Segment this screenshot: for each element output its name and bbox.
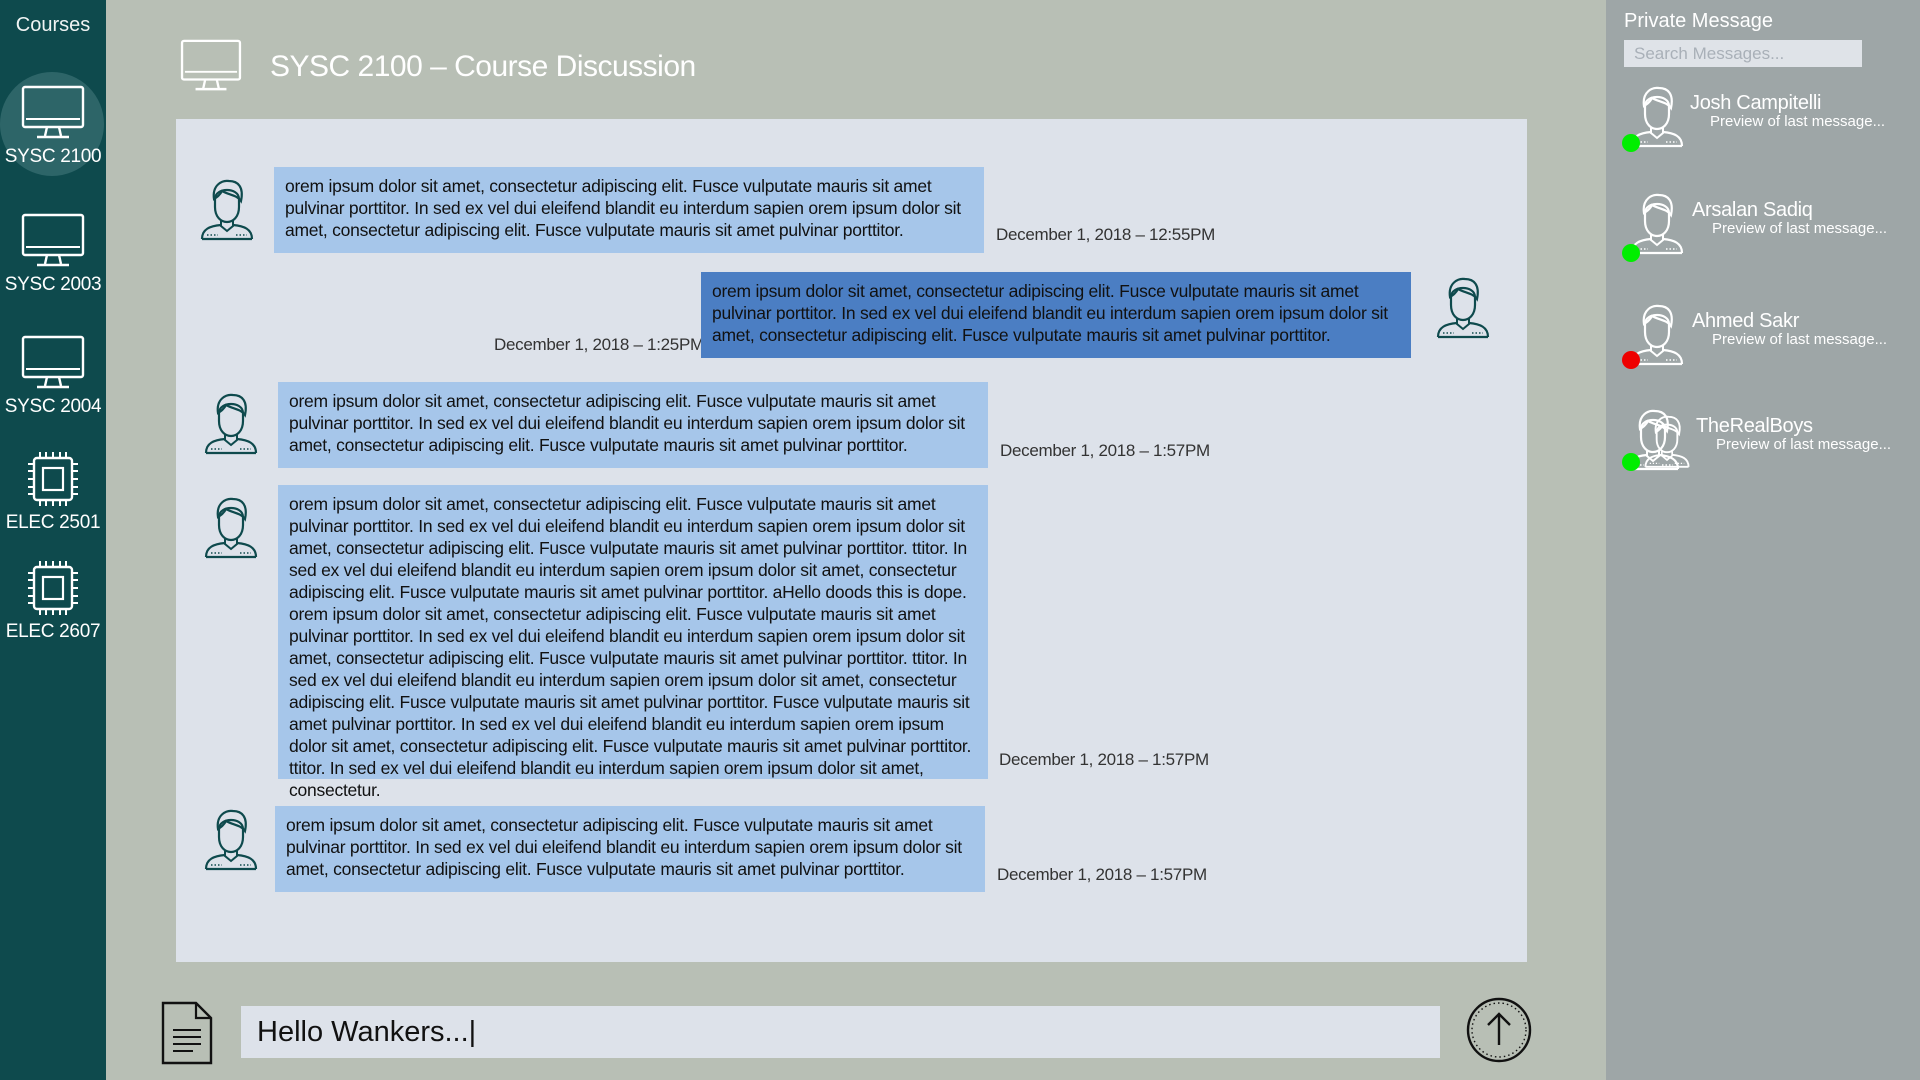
message-text: orem ipsum dolor sit amet, consectetur a… (278, 485, 988, 800)
user-icon (202, 807, 260, 871)
contact-item[interactable]: TheRealBoys Preview of last message... (1622, 405, 1912, 485)
contact-name: TheRealBoys (1696, 415, 1813, 437)
contact-preview: Preview of last message... (1712, 220, 1888, 237)
message-timestamp: December 1, 2018 – 1:57PM (997, 865, 1207, 884)
contact-item[interactable]: Ahmed Sakr Preview of last message... (1622, 300, 1912, 380)
course-label: ELEC 2501 (5, 512, 101, 533)
contact-preview: Preview of last message... (1712, 331, 1888, 348)
message-text: orem ipsum dolor sit amet, consectetur a… (274, 167, 984, 253)
course-label: ELEC 2607 (5, 621, 101, 642)
monitor-icon (178, 38, 244, 94)
user-icon (198, 177, 256, 241)
contact-name: Arsalan Sadiq (1692, 199, 1813, 221)
course-label: SYSC 2003 (4, 274, 102, 295)
search-messages-input[interactable] (1624, 40, 1862, 67)
chip-icon (20, 450, 86, 508)
send-button[interactable] (1466, 997, 1532, 1063)
course-item-sysc-2003[interactable]: SYSC 2003 (0, 202, 106, 306)
message-timestamp: December 1, 2018 – 1:25PM (494, 335, 704, 354)
user-icon (202, 495, 260, 559)
page-title: SYSC 2100 – Course Discussion (270, 50, 696, 83)
offline-status-dot (1622, 351, 1640, 369)
user-icon (202, 391, 260, 455)
online-status-dot (1622, 244, 1640, 262)
arrow-up-circle-icon (1466, 997, 1532, 1063)
contact-name: Josh Campitelli (1690, 92, 1822, 114)
chip-icon (20, 559, 86, 617)
message-text: orem ipsum dolor sit amet, consectetur a… (275, 806, 985, 892)
message-timestamp: December 1, 2018 – 1:57PM (999, 750, 1209, 769)
contact-preview: Preview of last message... (1716, 436, 1892, 453)
message-input[interactable] (241, 1006, 1440, 1058)
document-icon[interactable] (160, 1000, 214, 1066)
contact-name: Ahmed Sakr (1692, 310, 1800, 332)
course-item-elec-2501[interactable]: ELEC 2501 (0, 440, 106, 544)
user-icon (1434, 275, 1492, 339)
group-icon (1642, 411, 1692, 471)
message-text: orem ipsum dolor sit amet, consectetur a… (701, 272, 1411, 358)
contact-item[interactable]: Arsalan Sadiq Preview of last message... (1622, 189, 1912, 269)
monitor-icon (20, 334, 86, 392)
course-sidebar: Courses SYSC 2100 SYSC 2003 SYSC 2004 EL… (0, 0, 106, 1080)
message-timestamp: December 1, 2018 – 1:57PM (1000, 441, 1210, 460)
message-timestamp: December 1, 2018 – 12:55PM (996, 225, 1216, 244)
course-item-elec-2607[interactable]: ELEC 2607 (0, 549, 106, 653)
contact-item[interactable]: Josh Campitelli Preview of last message.… (1622, 82, 1912, 162)
private-message-panel: Private Message Josh Campitelli Preview … (1606, 0, 1920, 1080)
monitor-icon (20, 84, 86, 142)
chat-panel: orem ipsum dolor sit amet, consectetur a… (176, 119, 1527, 962)
online-status-dot (1622, 453, 1640, 471)
course-label: SYSC 2100 (4, 146, 102, 167)
courses-heading: Courses (15, 14, 91, 36)
course-item-sysc-2004[interactable]: SYSC 2004 (0, 324, 106, 428)
course-label: SYSC 2004 (4, 396, 102, 417)
online-status-dot (1622, 134, 1640, 152)
message-text: orem ipsum dolor sit amet, consectetur a… (278, 382, 988, 468)
monitor-icon (20, 212, 86, 270)
private-message-heading: Private Message (1624, 10, 1773, 32)
course-item-sysc-2100[interactable]: SYSC 2100 (0, 72, 106, 178)
contact-preview: Preview of last message... (1710, 113, 1886, 130)
